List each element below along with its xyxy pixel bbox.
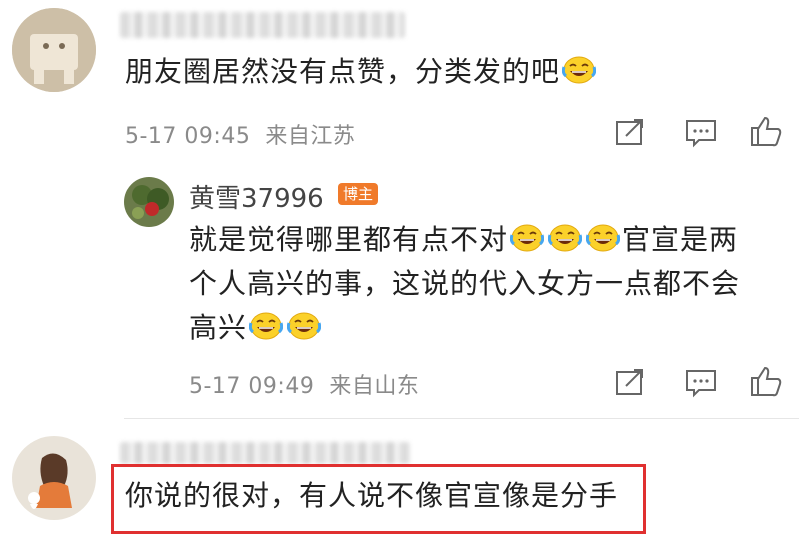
commenter-avatar[interactable] [12, 8, 96, 92]
laughing-crying-emoji [510, 223, 545, 253]
laughing-crying-emoji [562, 55, 597, 85]
laughing-crying-emoji [548, 223, 583, 253]
comment-meta: 5-17 09:45 来自江苏 [125, 124, 356, 149]
reply-meta: 5-17 09:49 来自山东 [189, 374, 420, 399]
laughing-crying-emoji [586, 223, 621, 253]
author-name[interactable]: 黄雪37996 [189, 178, 324, 215]
blogger-badge: 博主 [338, 183, 379, 205]
laughing-crying-emoji [249, 311, 284, 341]
commenter-avatar[interactable] [12, 436, 96, 520]
comment-icon[interactable] [683, 116, 719, 150]
commenter-name-redacted [120, 442, 410, 464]
reply-text: 就是觉得哪里都有点不对 官宣是两 个人高兴的事，这说的代入女方一点都不会 高兴 [189, 223, 741, 344]
like-icon[interactable] [748, 364, 784, 398]
comment-divider [124, 418, 799, 419]
commenter-name-redacted [120, 12, 405, 38]
laughing-crying-emoji [287, 311, 322, 341]
like-icon[interactable] [748, 114, 784, 148]
comment-icon[interactable] [683, 366, 719, 400]
share-icon[interactable] [612, 116, 648, 150]
comment-text: 你说的很对，有人说不像官宣像是分手 [125, 479, 619, 512]
comment-text: 朋友圈居然没有点赞，分类发的吧 [125, 50, 598, 94]
share-icon[interactable] [612, 366, 648, 400]
author-avatar[interactable] [124, 177, 174, 227]
